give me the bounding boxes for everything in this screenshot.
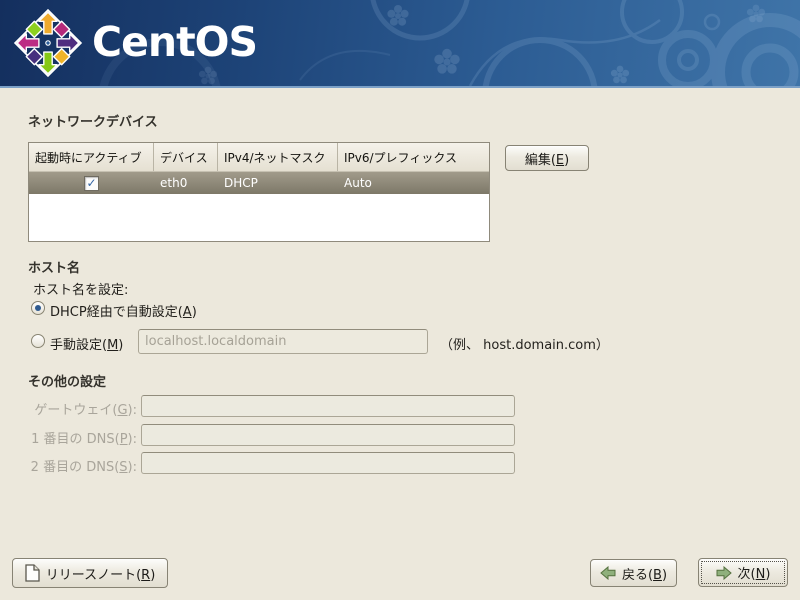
- ipv4-cell: DHCP: [218, 176, 338, 190]
- table-header-row: 起動時にアクティブ デバイス IPv4/ネットマスク IPv6/プレフィックス: [29, 143, 489, 172]
- dhcp-auto-radio[interactable]: [31, 301, 45, 315]
- secondary-dns-label: 2 番目の DNS(S):: [0, 456, 137, 475]
- release-notes-label: リリースノート(R): [46, 564, 156, 583]
- document-icon: [25, 564, 40, 582]
- back-button-label: 戻る(B): [622, 564, 667, 583]
- brand-wordmark: CentOS: [92, 0, 257, 86]
- back-button[interactable]: 戻る(B): [590, 559, 677, 587]
- active-cell: ✓: [29, 176, 154, 191]
- hostname-subtitle: ホスト名を設定:: [33, 279, 128, 298]
- manual-radio-label[interactable]: 手動設定(M): [50, 334, 123, 353]
- table-row[interactable]: ✓ eth0 DHCP Auto: [29, 172, 489, 194]
- edit-button-label: 編集(E): [525, 149, 569, 168]
- installer-window: CentOS ネットワークデバイス 起動時にアクティブ デバイス IPv4/ネッ…: [0, 0, 800, 600]
- edit-button[interactable]: 編集(E): [505, 145, 589, 171]
- hostname-title: ホスト名: [28, 257, 80, 276]
- gateway-label: ゲートウェイ(G):: [0, 399, 137, 418]
- next-arrow-icon: [716, 566, 732, 580]
- ipv6-cell: Auto: [338, 176, 489, 190]
- gateway-input[interactable]: [141, 395, 515, 417]
- device-cell: eth0: [154, 176, 218, 190]
- release-notes-button[interactable]: リリースノート(R): [12, 558, 168, 588]
- next-button-label: 次(N): [738, 563, 771, 582]
- network-devices-title: ネットワークデバイス: [28, 111, 158, 130]
- primary-dns-label: 1 番目の DNS(P):: [0, 428, 137, 447]
- active-on-boot-checkbox[interactable]: ✓: [84, 176, 99, 191]
- next-button[interactable]: 次(N): [698, 558, 788, 587]
- header-banner: CentOS: [0, 0, 800, 88]
- hostname-example-text: （例、 host.domain.com）: [440, 334, 609, 353]
- column-header-ipv4[interactable]: IPv4/ネットマスク: [218, 143, 338, 171]
- primary-dns-input[interactable]: [141, 424, 515, 446]
- hostname-input[interactable]: [138, 329, 428, 354]
- misc-settings-title: その他の設定: [28, 371, 106, 390]
- secondary-dns-input[interactable]: [141, 452, 515, 474]
- column-header-active[interactable]: 起動時にアクティブ: [29, 143, 154, 171]
- manual-radio[interactable]: [31, 334, 45, 348]
- centos-logo-icon: [13, 8, 83, 78]
- column-header-ipv6[interactable]: IPv6/プレフィックス: [338, 143, 489, 171]
- network-device-table: 起動時にアクティブ デバイス IPv4/ネットマスク IPv6/プレフィックス …: [28, 142, 490, 242]
- column-header-device[interactable]: デバイス: [154, 143, 218, 171]
- back-arrow-icon: [600, 566, 616, 580]
- dhcp-auto-radio-label[interactable]: DHCP経由で自動設定(A): [50, 301, 197, 320]
